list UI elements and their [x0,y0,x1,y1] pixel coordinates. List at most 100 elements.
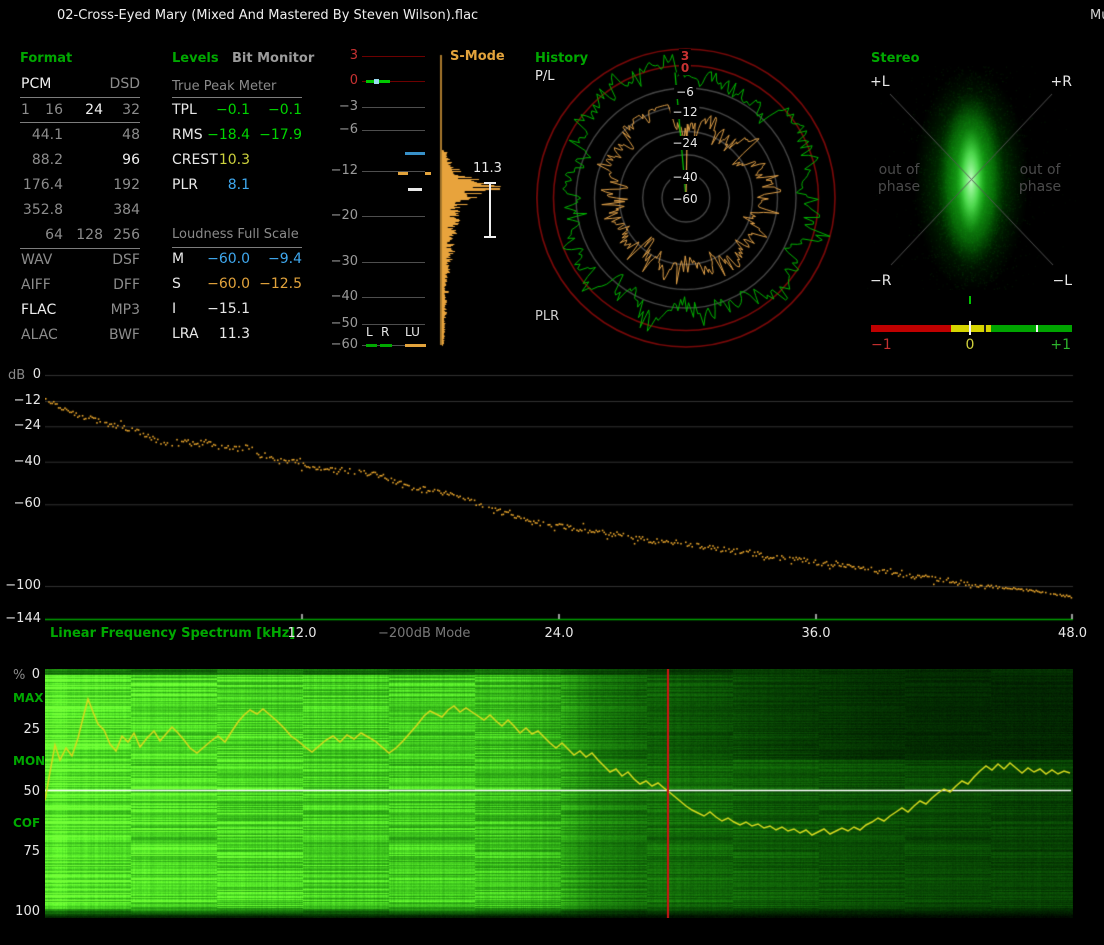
levels-value-rms-0: −18.4 [207,127,250,143]
history-scale-label-−12: −12 [670,105,700,120]
format-option-384: 384 [113,202,140,218]
meter-tick-label-−6: −6 [338,122,358,137]
stereo-panel-title: Stereo [871,51,920,66]
history-scale-label-−40: −40 [670,170,700,185]
corr-dark-tick [984,324,986,332]
format-panel-title: Format [20,51,73,66]
spectrum-ylabel-0: 0 [32,367,41,382]
levels-value-tpl-0: −0.1 [216,102,250,118]
history-pl-label: P/L [535,69,555,84]
meter-gridline-−50 [362,323,425,325]
tab-levels[interactable]: Levels [172,51,219,67]
format-option-256: 256 [113,227,140,243]
levels-label-rms: RMS [172,127,203,143]
history-scale-label-−60: −60 [670,192,700,207]
levels-value-rms-1: −17.9 [259,127,302,143]
meter-gridline-−3 [362,106,425,108]
spectrum-mode-label: −200dB Mode [378,626,471,641]
history-plr-label: PLR [535,309,560,324]
format-option-96: 96 [122,152,140,168]
levels-label-tpl: TPL [172,102,197,118]
levels-value-i-0: −15.1 [207,301,250,317]
format-option-16: 16 [45,102,63,118]
levels-label-s: S [172,276,181,292]
corr-bar-segment-0 [871,324,951,332]
format-option-48: 48 [122,127,140,143]
corr-bar-segment-2 [991,324,1072,332]
meter-hold-mark-3 [408,187,422,191]
format-option-aiff: AIFF [21,277,51,293]
meter-tick-label-−20: −20 [330,208,358,223]
format-option-dsd: DSD [109,76,140,92]
levels-heading-1: Loudness Full Scale [172,227,299,242]
musicscope-app: 02-Cross-Eyed Mary (Mixed And Mastered B… [0,0,1104,945]
format-divider-1 [20,122,140,123]
levels-value-m-1: −9.4 [268,251,302,267]
spectrum-ylabel-−40: −40 [13,454,41,469]
spectrogram-unit-label: % [13,668,26,683]
meter-tick-label-−3: −3 [338,98,358,114]
format-option-flac: FLAC [21,302,57,318]
levels-label-lra: LRA [172,326,199,342]
gonio-label-minus-r: −R [870,273,892,289]
spectrogram-axis-label-50: 50 [23,784,40,799]
format-option-wav: WAV [21,252,53,268]
levels-divider-1 [172,247,302,248]
smode-value: 11.3 [473,161,502,176]
meter-tick-label-−30: −30 [330,254,358,269]
tab-bit-monitor[interactable]: Bit Monitor [232,51,314,67]
history-scale-label-−24: −24 [670,136,700,151]
levels-label-crest: CREST [172,152,218,168]
corr-label-plus1: +1 [1050,337,1071,353]
smode-errorbar-cap-top [484,182,496,184]
levels-label-i: I [172,301,177,317]
file-title: 02-Cross-Eyed Mary (Mixed And Mastered B… [57,8,479,23]
spectrogram-axis-label-0: 0 [31,667,40,682]
levels-heading-0: True Peak Meter [172,79,277,94]
meter-tick-label-0: 0 [349,73,358,88]
gonio-label-minus-l: −L [1052,273,1072,289]
smode-errorbar-line [489,183,491,237]
spectrogram-axis-label-max: MAX [13,691,44,705]
corr-label-minus1: −1 [871,337,892,353]
spectrogram-axis-label-25: 25 [23,722,40,737]
format-option-88.2: 88.2 [31,152,63,168]
format-divider-0 [20,97,140,98]
meter-hold-mark-0 [405,151,425,155]
format-option-1: 1 [21,102,30,118]
format-option-44.1: 44.1 [31,127,63,143]
spectrum-ylabel-−12: −12 [13,393,41,408]
spectrum-ylabel-−100: −100 [5,578,41,593]
gonio-label-plus-r: +R [1050,74,1072,90]
format-option-alac: ALAC [21,327,58,343]
spectrogram-axis-label-cof: COF [13,816,41,830]
format-option-dsf: DSF [112,252,140,268]
history-scale-label-−6: −6 [674,85,696,100]
spectrum-ylabel-−144: −144 [5,611,41,626]
levels-value-plr-0: 8.1 [227,177,250,193]
spectrum-ylabel-−60: −60 [13,496,41,511]
format-option-pcm: PCM [21,76,52,92]
meter-peak-hold-cyan [374,78,379,84]
history-panel-title: History [535,51,589,66]
format-option-24: 24 [85,102,103,118]
format-option-192: 192 [113,177,140,193]
out-of-phase-right-label: out of phase [1018,162,1062,195]
meter-hold-mark-1 [397,172,408,175]
spectrum-xlabel-36.0: 36.0 [801,626,831,641]
corr-tick-above [969,296,971,304]
spectrogram-axis-label-100: 100 [15,904,40,919]
history-scale-label-0: 0 [678,61,692,76]
spectrogram-canvas[interactable] [45,669,1073,918]
meter-tick-label-−12: −12 [330,162,358,178]
format-option-352.8: 352.8 [22,202,63,218]
spectrum-xlabel-12.0: 12.0 [287,626,317,641]
format-option-bwf: BWF [108,327,140,343]
meter-tick-label-−50: −50 [330,315,358,331]
format-option-dff: DFF [113,277,140,293]
meter-gridline-−20 [362,216,425,217]
levels-label-plr: PLR [172,177,198,193]
meter-tick-label-3: 3 [349,47,358,63]
spectrum-unit-label: dB [8,368,26,383]
corr-label-0: 0 [965,337,975,353]
